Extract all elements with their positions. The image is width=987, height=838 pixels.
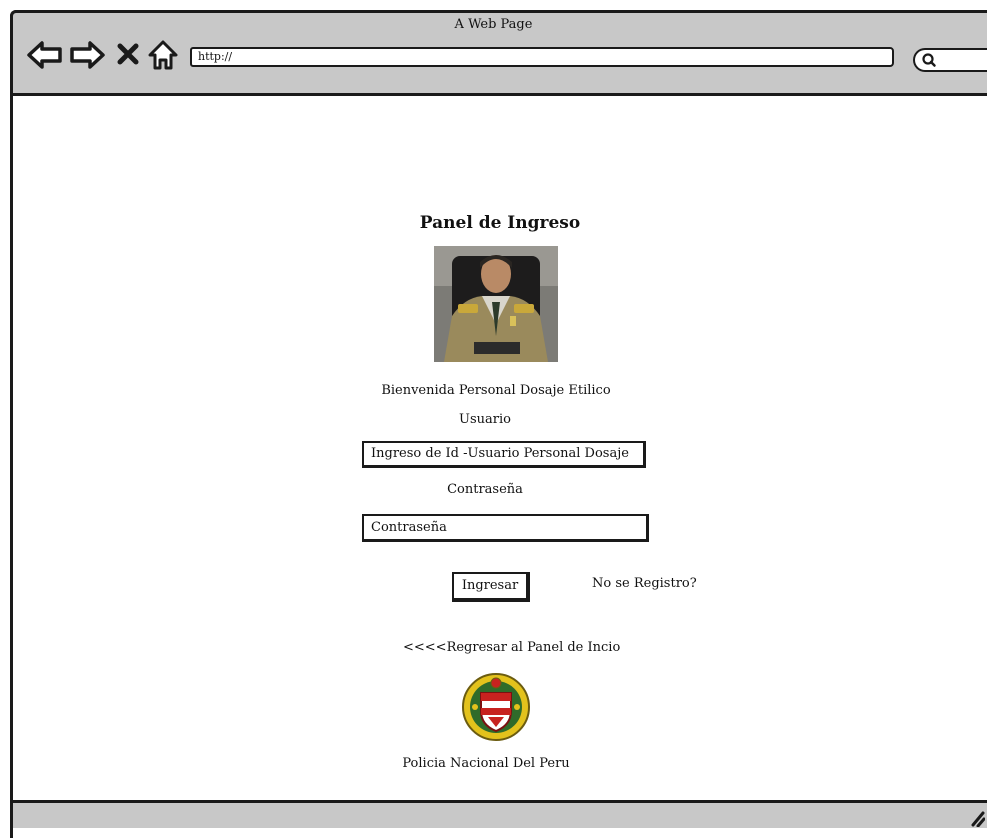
police-seal-logo xyxy=(462,673,530,741)
username-input[interactable]: Ingreso de Id -Usuario Personal Dosaje xyxy=(362,441,646,468)
close-icon[interactable] xyxy=(116,42,140,66)
home-icon[interactable] xyxy=(146,38,180,72)
username-label: Usuario xyxy=(459,412,511,427)
register-link[interactable]: No se Registro? xyxy=(592,576,697,591)
password-input[interactable]: Contraseña xyxy=(362,514,649,542)
password-label: Contraseña xyxy=(447,482,523,497)
status-bar xyxy=(10,800,987,828)
window-title: A Web Page xyxy=(454,17,533,32)
back-arrow-icon[interactable] xyxy=(26,38,64,72)
officer-portrait xyxy=(434,246,558,362)
address-bar[interactable]: http:// xyxy=(190,47,894,67)
forward-arrow-icon[interactable] xyxy=(68,38,106,72)
resize-grip-icon[interactable] xyxy=(969,809,985,827)
login-button[interactable]: Ingresar xyxy=(452,572,530,602)
welcome-text: Bienvenida Personal Dosaje Etilico xyxy=(381,383,611,398)
footer-text: Policia Nacional Del Peru xyxy=(402,756,570,771)
back-to-home-link[interactable]: <<<<Regresar al Panel de Incio xyxy=(403,640,620,655)
page-title: Panel de Ingreso xyxy=(419,213,581,233)
search-icon xyxy=(922,53,936,67)
browser-search-field[interactable] xyxy=(913,48,987,72)
